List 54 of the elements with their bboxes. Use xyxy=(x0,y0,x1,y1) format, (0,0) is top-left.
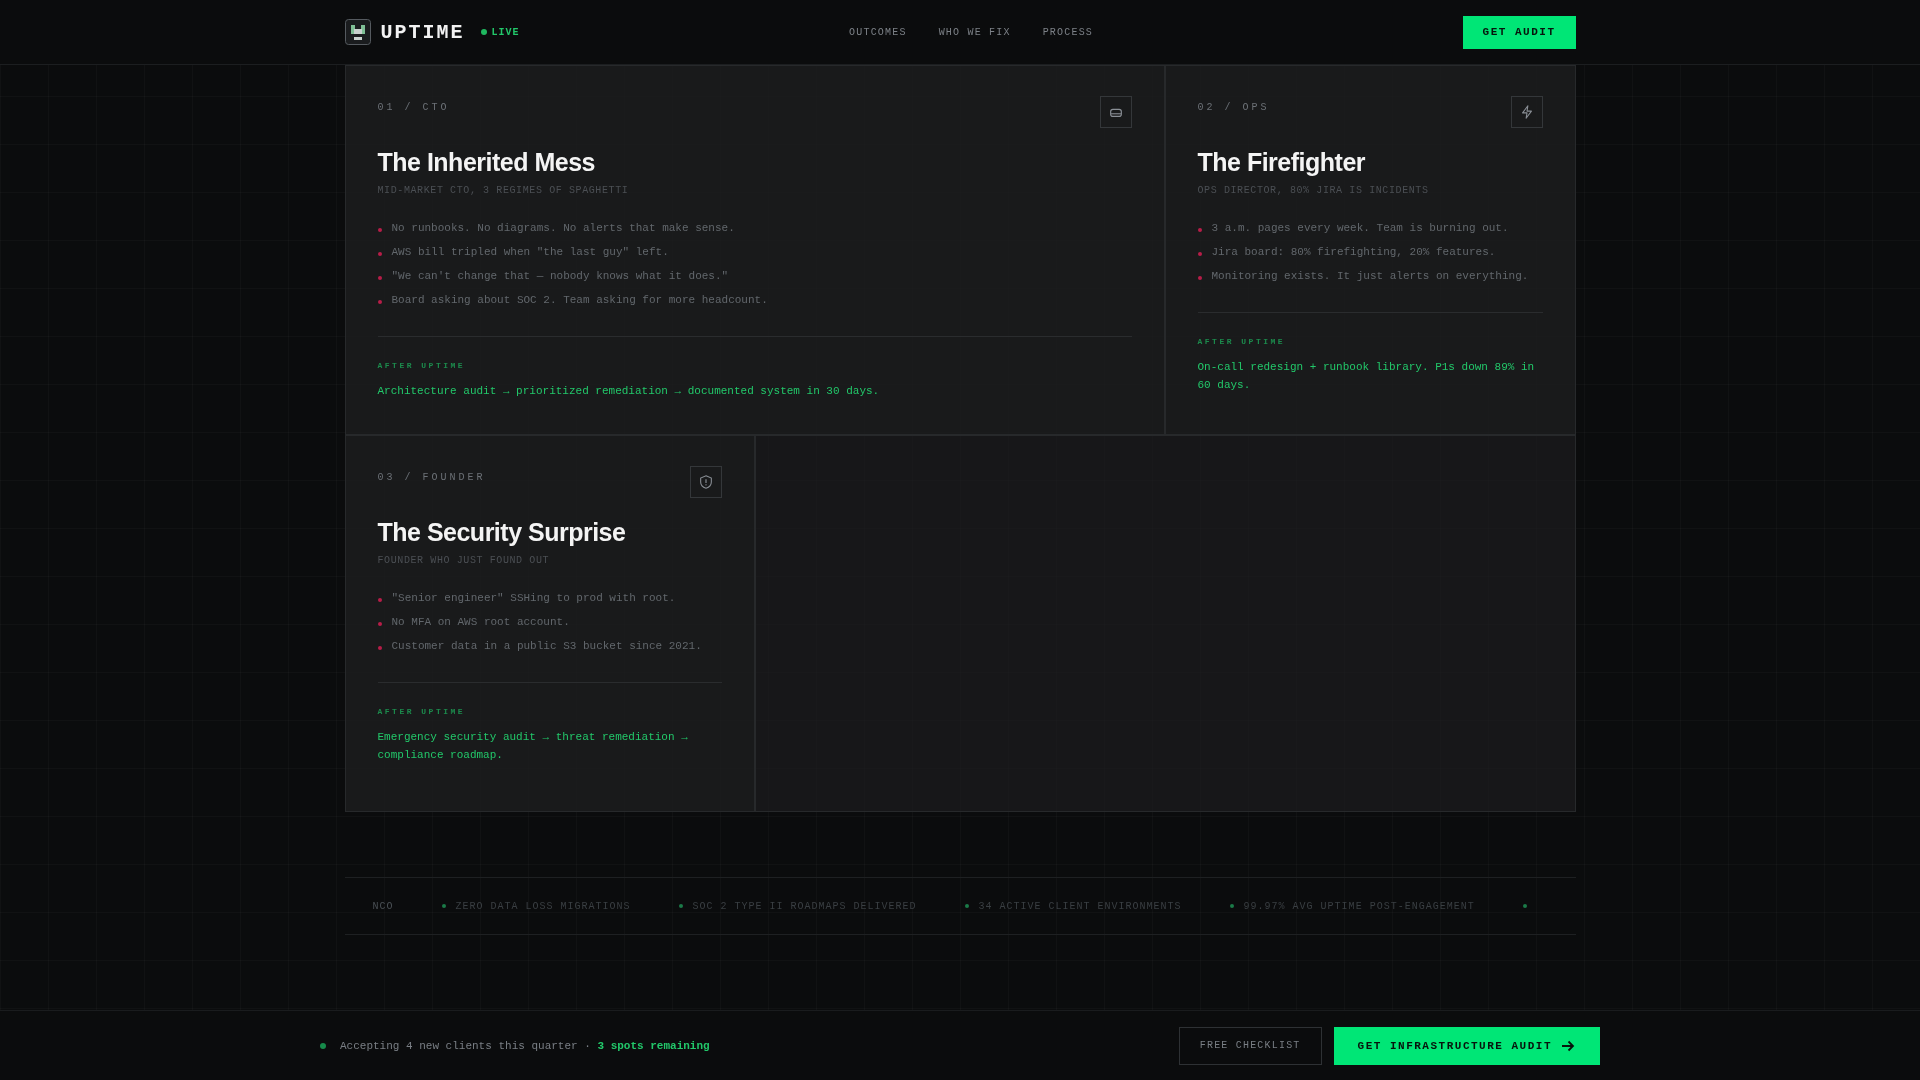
bullet-dot xyxy=(377,598,382,602)
pain-point: Jira board: 80% firefighting, 20% features. xyxy=(1211,246,1496,258)
nav-link[interactable]: OUTCOMES xyxy=(849,26,907,38)
after-text: Architecture audit → prioritized remediation → documented system in 30 days. xyxy=(377,384,881,399)
pain-point: 3 a.m. pages every week. Team is burning out. xyxy=(1211,222,1509,234)
ticker-dot xyxy=(964,904,969,908)
bullet-dot xyxy=(1197,252,1202,256)
pain-point: No MFA on AWS root account. xyxy=(391,616,570,628)
drive-icon xyxy=(1099,96,1132,128)
bullet-dot xyxy=(1197,228,1202,232)
pain-point: "Senior engineer" SSHing to prod with root. xyxy=(391,592,676,604)
card-tag: 02 / OPS xyxy=(1197,102,1270,113)
ticker-dot xyxy=(678,904,683,908)
lightning-icon xyxy=(1510,96,1543,128)
bullet-dot xyxy=(377,622,382,626)
bullet-dot xyxy=(377,646,382,650)
status-dot xyxy=(320,1042,326,1049)
bullet-dot xyxy=(377,228,382,232)
after-text: Emergency security audit → threat remediation → compliance roadmap. xyxy=(377,730,689,763)
availability-message: Accepting 4 new clients this quarter · 3 spots remaining xyxy=(340,1039,710,1052)
ticker-dot xyxy=(1229,904,1234,908)
ticker-text: NCO xyxy=(372,900,394,912)
after-text: On-call redesign + runbook library. P1s down 89% in 60 days. xyxy=(1197,360,1536,393)
infrastructure-audit-button[interactable]: GET INFRASTRUCTURE AUDIT xyxy=(1333,1026,1600,1065)
live-status: LIVE xyxy=(491,26,520,38)
after-label: AFTER UPTIME xyxy=(1197,337,1287,346)
card-title: The Inherited Mess xyxy=(377,148,596,177)
pain-point: No runbooks. No diagrams. No alerts that make sense. xyxy=(391,222,735,234)
get-audit-button[interactable]: GET AUDIT xyxy=(1462,15,1576,49)
logo-icon[interactable] xyxy=(344,19,371,45)
bullet-dot xyxy=(377,300,382,304)
nav-link[interactable]: WHO WE FIX xyxy=(938,26,1011,38)
card-title: The Firefighter xyxy=(1197,148,1366,177)
pain-point: Customer data in a public S3 bucket since 2021. xyxy=(391,640,702,652)
pain-point: Board asking about SOC 2. Team asking for more headcount. xyxy=(391,294,768,306)
pain-point: "We can't change that — nobody knows what it does." xyxy=(391,270,729,282)
card-tag: 01 / CTO xyxy=(377,102,450,113)
pain-point: Monitoring exists. It just alerts on everything. xyxy=(1211,270,1529,282)
ticker-dot xyxy=(1522,904,1527,908)
after-label: AFTER UPTIME xyxy=(377,707,467,716)
bullet-dot xyxy=(377,252,382,256)
bullet-dot xyxy=(377,276,382,280)
bullet-dot xyxy=(1197,276,1202,280)
shield-alert-icon xyxy=(689,466,722,498)
ticker-dot xyxy=(441,904,446,908)
brand-name[interactable]: UPTIME xyxy=(380,20,465,44)
live-dot xyxy=(480,29,487,35)
nav-link[interactable]: PROCESS xyxy=(1042,26,1094,38)
card-tag: 03 / FOUNDER xyxy=(377,472,486,483)
free-checklist-button[interactable]: FREE CHECKLIST xyxy=(1178,1026,1322,1065)
card-subtitle: FOUNDER WHO JUST FOUND OUT xyxy=(377,555,551,566)
after-label: AFTER UPTIME xyxy=(377,361,467,370)
pain-point: AWS bill tripled when "the last guy" left. xyxy=(391,246,669,258)
card-title: The Security Surprise xyxy=(377,518,627,547)
